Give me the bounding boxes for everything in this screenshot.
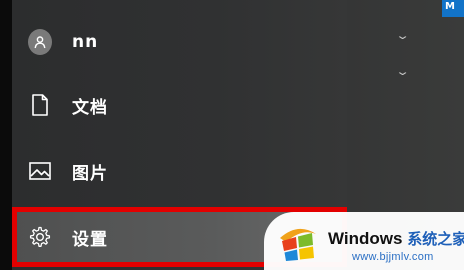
user-account-item[interactable]: nn xyxy=(12,17,347,67)
start-menu-screen: M nn 文档 图片 设置 ⌄ ⌄ Windows 系统之家 www.bjjml… xyxy=(0,0,464,270)
windows-logo-icon xyxy=(280,228,316,261)
document-icon xyxy=(28,93,52,117)
menu-item-label: 图片 xyxy=(72,163,108,184)
menu-item-label: 文档 xyxy=(72,97,108,118)
watermark-brand: Windows xyxy=(328,229,403,248)
picture-icon xyxy=(28,159,52,183)
site-watermark: Windows 系统之家 www.bjjmlv.com xyxy=(264,212,464,270)
chevron-down-icon[interactable]: ⌄ xyxy=(395,29,410,42)
watermark-url: www.bjjmlv.com xyxy=(352,251,434,263)
user-name-label: nn xyxy=(72,32,99,52)
left-edge-strip xyxy=(0,0,12,270)
gear-icon xyxy=(28,225,52,249)
menu-item-label: 设置 xyxy=(72,229,108,250)
menu-item-documents[interactable]: 文档 xyxy=(12,80,347,130)
chevron-down-icon[interactable]: ⌄ xyxy=(395,65,410,78)
watermark-brand-cn: 系统之家 xyxy=(407,231,464,248)
watermark-title: Windows 系统之家 xyxy=(328,228,464,249)
avatar xyxy=(28,29,52,55)
menu-item-pictures[interactable]: 图片 xyxy=(12,146,347,196)
user-avatar-icon xyxy=(28,29,52,55)
corner-badge: M xyxy=(442,0,464,17)
